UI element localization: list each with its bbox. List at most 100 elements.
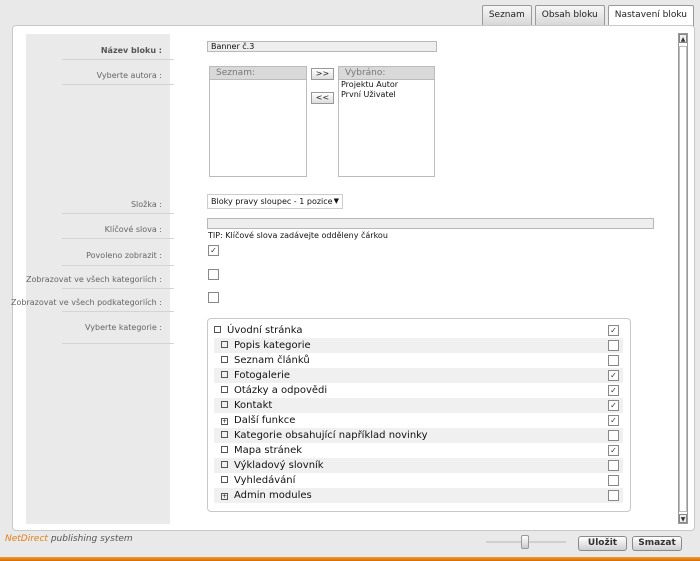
category-tree: Úvodní stránka ✓ Popis kategorie Seznam člá… <box>207 318 631 512</box>
category-checkbox[interactable] <box>608 460 619 471</box>
category-name[interactable]: Kontakt <box>221 399 272 412</box>
checkmark-icon: ✓ <box>610 326 617 335</box>
label-column: Název bloku : Vyberte autora : Složka : … <box>11 34 174 524</box>
category-name[interactable]: Mapa stránek <box>221 444 302 457</box>
divider <box>62 59 174 60</box>
divider <box>62 238 174 239</box>
category-label: Otázky a odpovědi <box>234 385 328 396</box>
tree-node-icon <box>221 431 228 438</box>
category-checkbox[interactable] <box>608 475 619 486</box>
category-name[interactable]: Kategorie obsahující například novinky <box>221 429 428 442</box>
scroll-thumb[interactable] <box>679 46 687 512</box>
povoleno-label: Povoleno zobrazit : <box>86 251 162 260</box>
expand-icon[interactable]: + <box>221 418 228 425</box>
brand-netdirect: NetDirect <box>5 534 48 544</box>
divider <box>62 343 174 344</box>
category-row: Popis kategorie <box>214 338 623 353</box>
category-label: Kontakt <box>234 400 273 411</box>
list-item[interactable]: Projektu Autor <box>339 80 434 90</box>
checkmark-icon: ✓ <box>210 246 217 255</box>
category-checkbox[interactable] <box>608 340 619 351</box>
tree-node-icon <box>214 326 221 333</box>
nazev-bloku-label: Název bloku : <box>100 46 162 55</box>
category-row: + Další funkce ✓ <box>214 413 623 428</box>
seznam-header: Seznam: <box>210 67 306 80</box>
checkmark-icon: ✓ <box>610 446 617 455</box>
settings-panel: Název bloku : Vyberte autora : Složka : … <box>11 25 695 531</box>
tab-seznam[interactable]: Seznam <box>481 5 532 25</box>
category-label: Kategorie obsahující například novinky <box>234 430 428 441</box>
add-author-button[interactable]: >> <box>311 68 334 80</box>
divider <box>62 288 174 289</box>
category-name[interactable]: Seznam článků <box>221 354 310 367</box>
category-name[interactable]: Fotogalerie <box>221 369 290 382</box>
category-name[interactable]: Úvodní stránka <box>214 324 302 337</box>
slider-handle[interactable] <box>521 535 529 549</box>
category-checkbox[interactable]: ✓ <box>608 400 619 411</box>
category-name[interactable]: Popis kategorie <box>221 339 311 352</box>
slozka-label: Složka : <box>130 200 162 209</box>
category-checkbox[interactable]: ✓ <box>608 415 619 426</box>
category-name[interactable]: Výkladový slovník <box>221 459 324 472</box>
remove-author-button[interactable]: << <box>311 92 334 104</box>
tree-node-icon <box>221 356 228 363</box>
scroll-down-icon[interactable]: ▼ <box>679 514 687 523</box>
vsech-kategorii-checkbox[interactable] <box>208 269 219 280</box>
tree-node-icon <box>221 401 228 408</box>
delete-button[interactable]: Smazat <box>632 536 682 551</box>
category-row: Seznam článků <box>214 353 623 368</box>
checkmark-icon: ✓ <box>610 371 617 380</box>
scroll-up-icon[interactable]: ▲ <box>679 34 687 43</box>
category-row: Výkladový slovník <box>214 458 623 473</box>
save-button[interactable]: Uložit <box>578 536 627 551</box>
vybrano-autoru-list[interactable]: Vybráno: Projektu Autor První Uživatel <box>338 66 435 177</box>
category-label: Úvodní stránka <box>227 325 303 336</box>
category-checkbox[interactable] <box>608 490 619 501</box>
category-name[interactable]: Vyhledávání <box>221 474 295 487</box>
category-checkbox[interactable]: ✓ <box>608 445 619 456</box>
category-checkbox[interactable] <box>608 430 619 441</box>
klicova-slova-label: Klíčové slova : <box>104 225 162 234</box>
category-label: Další funkce <box>234 415 296 426</box>
tree-node-icon <box>221 461 228 468</box>
divider <box>62 213 174 214</box>
category-name[interactable]: + Další funkce <box>221 414 295 427</box>
povoleno-checkbox[interactable]: ✓ <box>208 245 219 256</box>
category-label: Fotogalerie <box>234 370 291 381</box>
divider <box>62 311 174 312</box>
category-row: Kontakt ✓ <box>214 398 623 413</box>
category-checkbox[interactable]: ✓ <box>608 325 619 336</box>
kategorie-label: Vyberte kategorie : <box>85 323 162 332</box>
seznam-autoru-list[interactable]: Seznam: <box>209 66 307 177</box>
tab-obsah-bloku[interactable]: Obsah bloku <box>534 5 605 25</box>
tree-node-icon <box>221 371 228 378</box>
checkmark-icon: ✓ <box>610 401 617 410</box>
dropdown-arrow-icon: ▼ <box>333 197 339 205</box>
autor-label: Vyberte autora : <box>96 71 162 80</box>
category-row: Otázky a odpovědi ✓ <box>214 383 623 398</box>
vsech-podkategorii-checkbox[interactable] <box>208 292 219 303</box>
category-row: Kategorie obsahující například novinky <box>214 428 623 443</box>
expand-icon[interactable]: + <box>221 493 228 500</box>
checkmark-icon: ✓ <box>610 416 617 425</box>
slozka-select[interactable]: Bloky pravy sloupec - 1 pozice ▼ <box>207 194 343 209</box>
category-checkbox[interactable]: ✓ <box>608 370 619 381</box>
accent-strip <box>0 557 700 561</box>
category-checkbox[interactable]: ✓ <box>608 385 619 396</box>
tip-text: TIP: Klíčové slova zadávejte odděleny čá… <box>208 231 388 240</box>
klicova-slova-input[interactable] <box>207 218 654 229</box>
tree-node-icon <box>221 341 228 348</box>
category-name[interactable]: + Admin modules <box>221 489 312 502</box>
list-item[interactable]: První Uživatel <box>339 90 434 100</box>
category-checkbox[interactable] <box>608 355 619 366</box>
category-row: + Admin modules <box>214 488 623 503</box>
category-label: Výkladový slovník <box>234 460 324 471</box>
tab-bar: Seznam Obsah bloku Nastavení bloku <box>481 5 694 26</box>
vertical-scrollbar[interactable]: ▲ ▼ <box>678 33 688 524</box>
vsech-kategorii-label: Zobrazovat ve všech kategoriích : <box>26 275 162 284</box>
brand-suffix: publishing system <box>47 534 133 544</box>
category-name[interactable]: Otázky a odpovědi <box>221 384 327 397</box>
nazev-bloku-input[interactable]: Banner č.3 <box>207 41 437 52</box>
tab-nastaveni-bloku[interactable]: Nastavení bloku <box>607 5 694 26</box>
category-row: Mapa stránek ✓ <box>214 443 623 458</box>
